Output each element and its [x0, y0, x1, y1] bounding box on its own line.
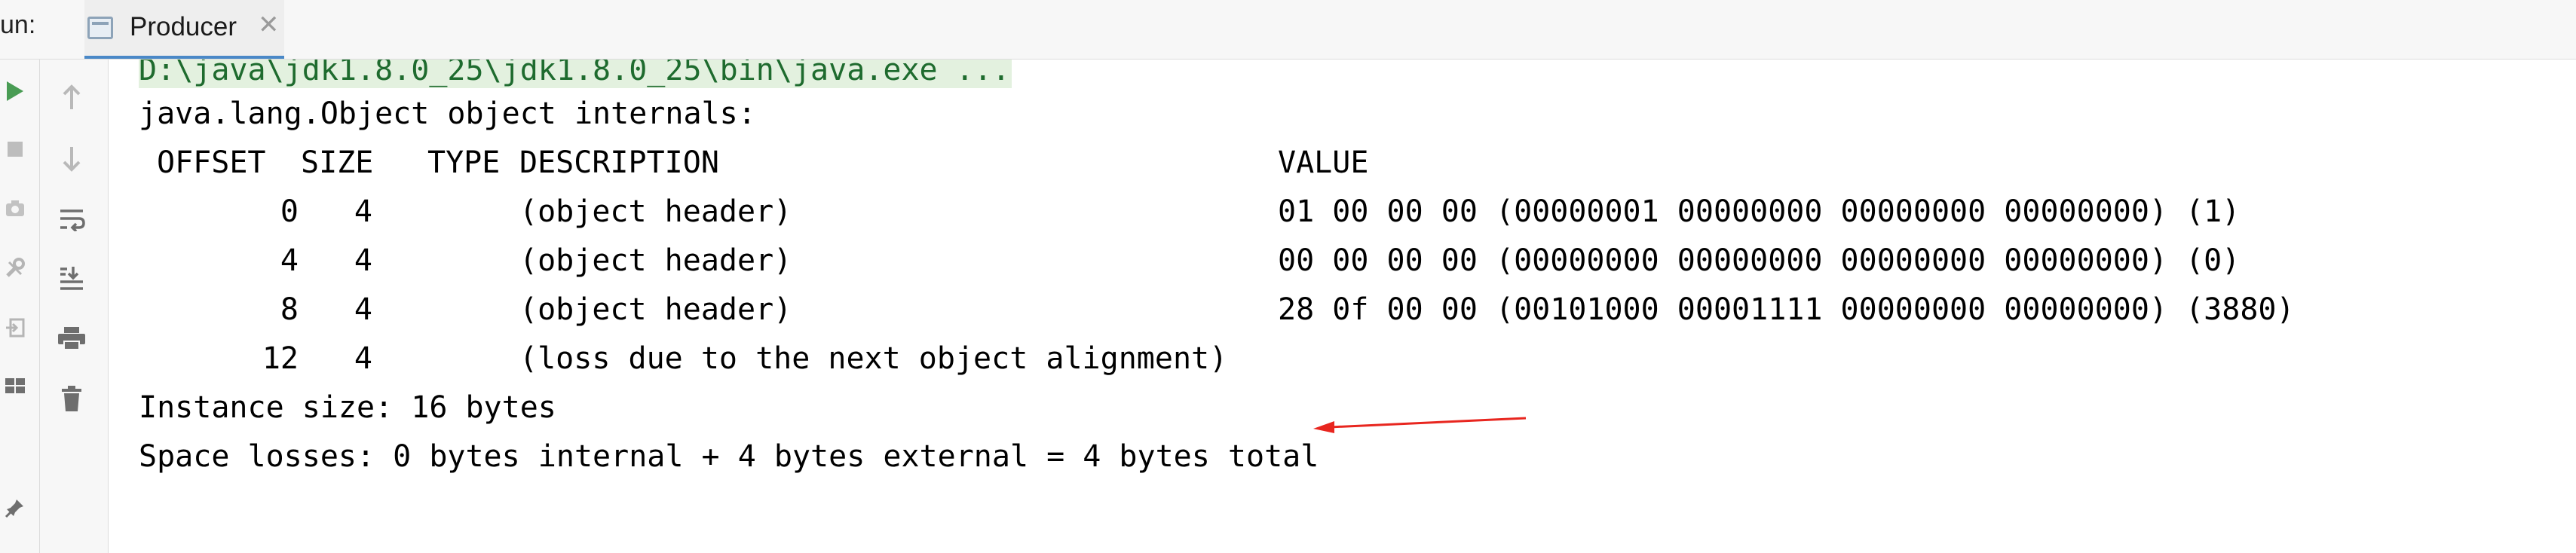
annotation-arrow-icon: [1313, 417, 1527, 433]
console-output[interactable]: D:\java\jdk1.8.0_25\jdk1.8.0_25\bin\java…: [109, 60, 2576, 553]
tools-icon[interactable]: [0, 253, 30, 283]
tab-label: Producer: [130, 12, 237, 41]
scroll-to-end-icon[interactable]: [57, 263, 87, 293]
row-offset: 0: [280, 194, 299, 229]
row-size: 4: [354, 292, 372, 327]
instance-size-line: Instance size: 16 bytes: [139, 390, 556, 425]
soft-wrap-icon[interactable]: [57, 204, 87, 234]
row-description: (object header): [519, 194, 792, 229]
command-line[interactable]: D:\java\jdk1.8.0_25\jdk1.8.0_25\bin\java…: [139, 60, 1012, 88]
space-losses-line: Space losses: 0 bytes internal + 4 bytes…: [139, 439, 1319, 474]
row-offset: 8: [280, 292, 299, 327]
up-arrow-icon[interactable]: [57, 82, 87, 112]
header-offset: OFFSET: [157, 145, 266, 180]
print-icon[interactable]: [57, 323, 87, 353]
row-type: [369, 341, 489, 377]
run-actions-toolbar: [0, 60, 40, 553]
login-icon[interactable]: [0, 313, 30, 343]
stop-icon[interactable]: [0, 134, 30, 164]
header-size: SIZE: [301, 145, 374, 180]
row-offset: 12: [262, 341, 299, 376]
console-toolbar: [40, 60, 109, 553]
row-type: [369, 194, 489, 230]
row-description: (loss due to the next object alignment): [519, 341, 1228, 376]
run-tool-window-header: un: Producer ✕: [0, 0, 2576, 60]
header-type: TYPE: [427, 145, 501, 180]
row-size: 4: [354, 341, 372, 376]
row-value: 00 00 00 00 (00000000 00000000 00000000 …: [1278, 243, 2241, 278]
row-description: (object header): [519, 292, 792, 327]
header-description: DESCRIPTION: [519, 145, 719, 180]
tab-producer[interactable]: Producer ✕: [84, 0, 284, 59]
row-value: 28 0f 00 00 (00101000 00001111 00000000 …: [1278, 292, 2295, 327]
row-type: [369, 292, 489, 328]
row-offset: 4: [280, 243, 299, 278]
row-description: (object header): [519, 243, 792, 278]
layout-icon[interactable]: [0, 371, 30, 401]
run-icon[interactable]: [0, 76, 30, 106]
pin-icon[interactable]: [0, 493, 30, 523]
camera-icon[interactable]: [0, 193, 30, 223]
run-label: un:: [0, 11, 36, 39]
row-size: 4: [354, 243, 372, 278]
down-arrow-icon[interactable]: [57, 144, 87, 174]
header-value: VALUE: [1278, 145, 1369, 180]
close-icon[interactable]: ✕: [258, 12, 280, 38]
object-internals-heading: java.lang.Object object internals:: [139, 96, 756, 131]
trash-icon[interactable]: [57, 383, 87, 414]
row-value: 01 00 00 00 (00000001 00000000 00000000 …: [1278, 194, 2241, 229]
row-size: 4: [354, 194, 372, 229]
console-icon: [87, 17, 113, 39]
row-type: [369, 243, 489, 279]
